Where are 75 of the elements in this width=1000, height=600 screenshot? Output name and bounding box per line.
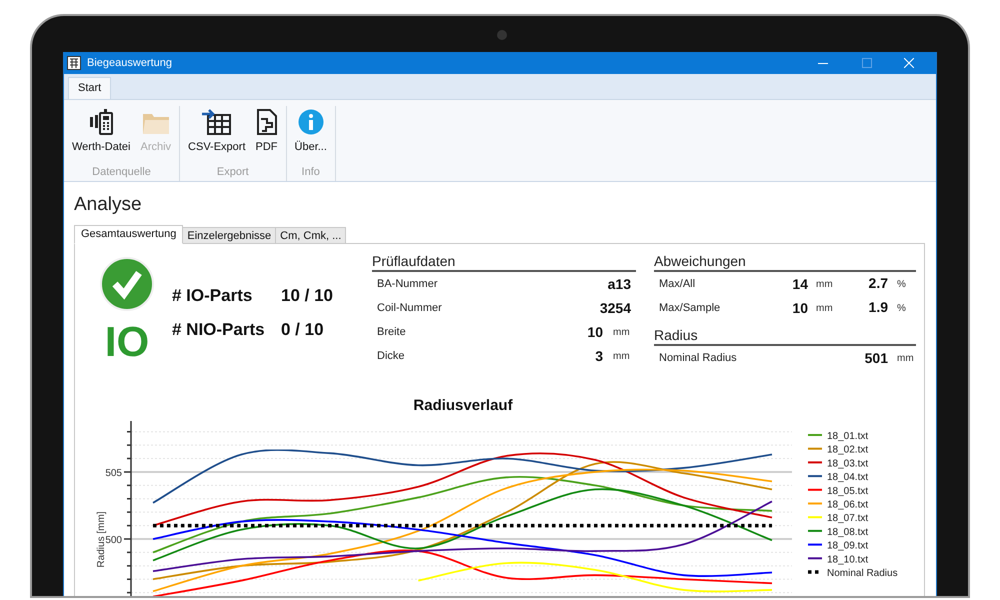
group-label: Export [216, 166, 249, 179]
field-value: 3254 [600, 298, 631, 318]
tick-label: 505 [105, 468, 122, 479]
calculator-icon [88, 109, 114, 135]
legend-swatch [808, 475, 822, 478]
unit-label: mm [815, 278, 834, 292]
unit-label: % [896, 278, 907, 292]
group-label: Datenquelle [92, 166, 151, 179]
unit-label: mm [896, 352, 915, 366]
field-label: BA-Nummer [377, 276, 439, 292]
legend-swatch [808, 530, 822, 532]
section-heading: Prüflaufdaten [372, 253, 636, 272]
field-label: Dicke [377, 348, 406, 364]
folder-icon [142, 111, 170, 135]
ribbon-button[interactable]: PDF [252, 106, 281, 164]
legend-label: 18_02.txt [827, 444, 868, 456]
axis-label: Radius [mm] [96, 511, 107, 568]
close-icon[interactable] [904, 58, 914, 68]
ribbon-button[interactable]: Werth-Datei [69, 106, 134, 164]
legend-label: 18_06.txt [827, 500, 868, 510]
legend-label: 18_05.txt [827, 486, 868, 497]
field-value: 14 [792, 274, 808, 294]
tab[interactable]: Cm, Cmk, ... [276, 227, 346, 244]
info-icon [298, 109, 324, 135]
camera-icon [497, 30, 507, 40]
field-label: Coil-Nummer [377, 300, 443, 316]
status-label: IO [104, 321, 150, 363]
unit-label: mm [612, 326, 631, 340]
field-value: 10 [587, 322, 603, 342]
legend-label: 18_07.txt [827, 513, 868, 524]
unit-label: % [896, 302, 907, 316]
legend-swatch [808, 557, 822, 560]
legend-label: 18_10.txt [827, 554, 868, 566]
legend-label: 18_04.txt [827, 472, 868, 484]
field-value: 1.9 [868, 299, 888, 315]
count-label: # NIO-Parts [172, 319, 266, 341]
field-value: 501 [864, 348, 888, 368]
tab[interactable]: Gesamtauswertung [74, 225, 184, 244]
legend-swatch [808, 516, 822, 518]
tab[interactable]: Einzelergebnisse [183, 227, 276, 244]
unit-label: mm [612, 350, 631, 364]
field-value: 3 [595, 346, 603, 366]
field-label: Breite [377, 324, 407, 340]
legend-swatch [808, 448, 822, 450]
field-label: Nominal Radius [659, 350, 738, 366]
window-title: Biegeauswertung [87, 56, 174, 71]
legend-swatch [808, 488, 822, 491]
field-value: 2.7 [868, 275, 888, 291]
section-heading: Abweichungen [654, 253, 916, 272]
count-value: 10 / 10 [281, 285, 333, 307]
ribbon-button[interactable]: CSV-Export [185, 106, 249, 164]
legend-label: 18_09.txt [827, 540, 868, 552]
group-label: Info [302, 166, 320, 179]
table-arrow-icon [202, 109, 232, 135]
field-value: 10 [792, 298, 808, 318]
tick-label: 500 [105, 535, 122, 546]
legend-label: Nominal Radius [827, 568, 898, 579]
chart-title: Radiusverlauf [413, 397, 513, 414]
section-heading: Radius [654, 327, 916, 346]
field-label: Max/All [659, 276, 696, 292]
legend-label: 18_08.txt [827, 526, 868, 538]
count-value: 0 / 10 [281, 319, 324, 341]
document-icon [256, 109, 277, 135]
legend-label: 18_01.txt [827, 431, 868, 442]
legend-swatch [808, 461, 822, 464]
unit-label: mm [815, 302, 834, 316]
ribbon-tab[interactable]: Start [68, 77, 112, 99]
app-icon [67, 56, 81, 70]
field-label: Max/Sample [659, 300, 722, 316]
page-title: Analyse [74, 193, 142, 217]
field-value: a13 [608, 274, 631, 294]
ribbon-button[interactable]: Über... [292, 106, 330, 164]
legend-swatch [808, 544, 822, 546]
legend-label: 18_03.txt [827, 458, 868, 470]
count-label: # IO-Parts [172, 285, 254, 307]
